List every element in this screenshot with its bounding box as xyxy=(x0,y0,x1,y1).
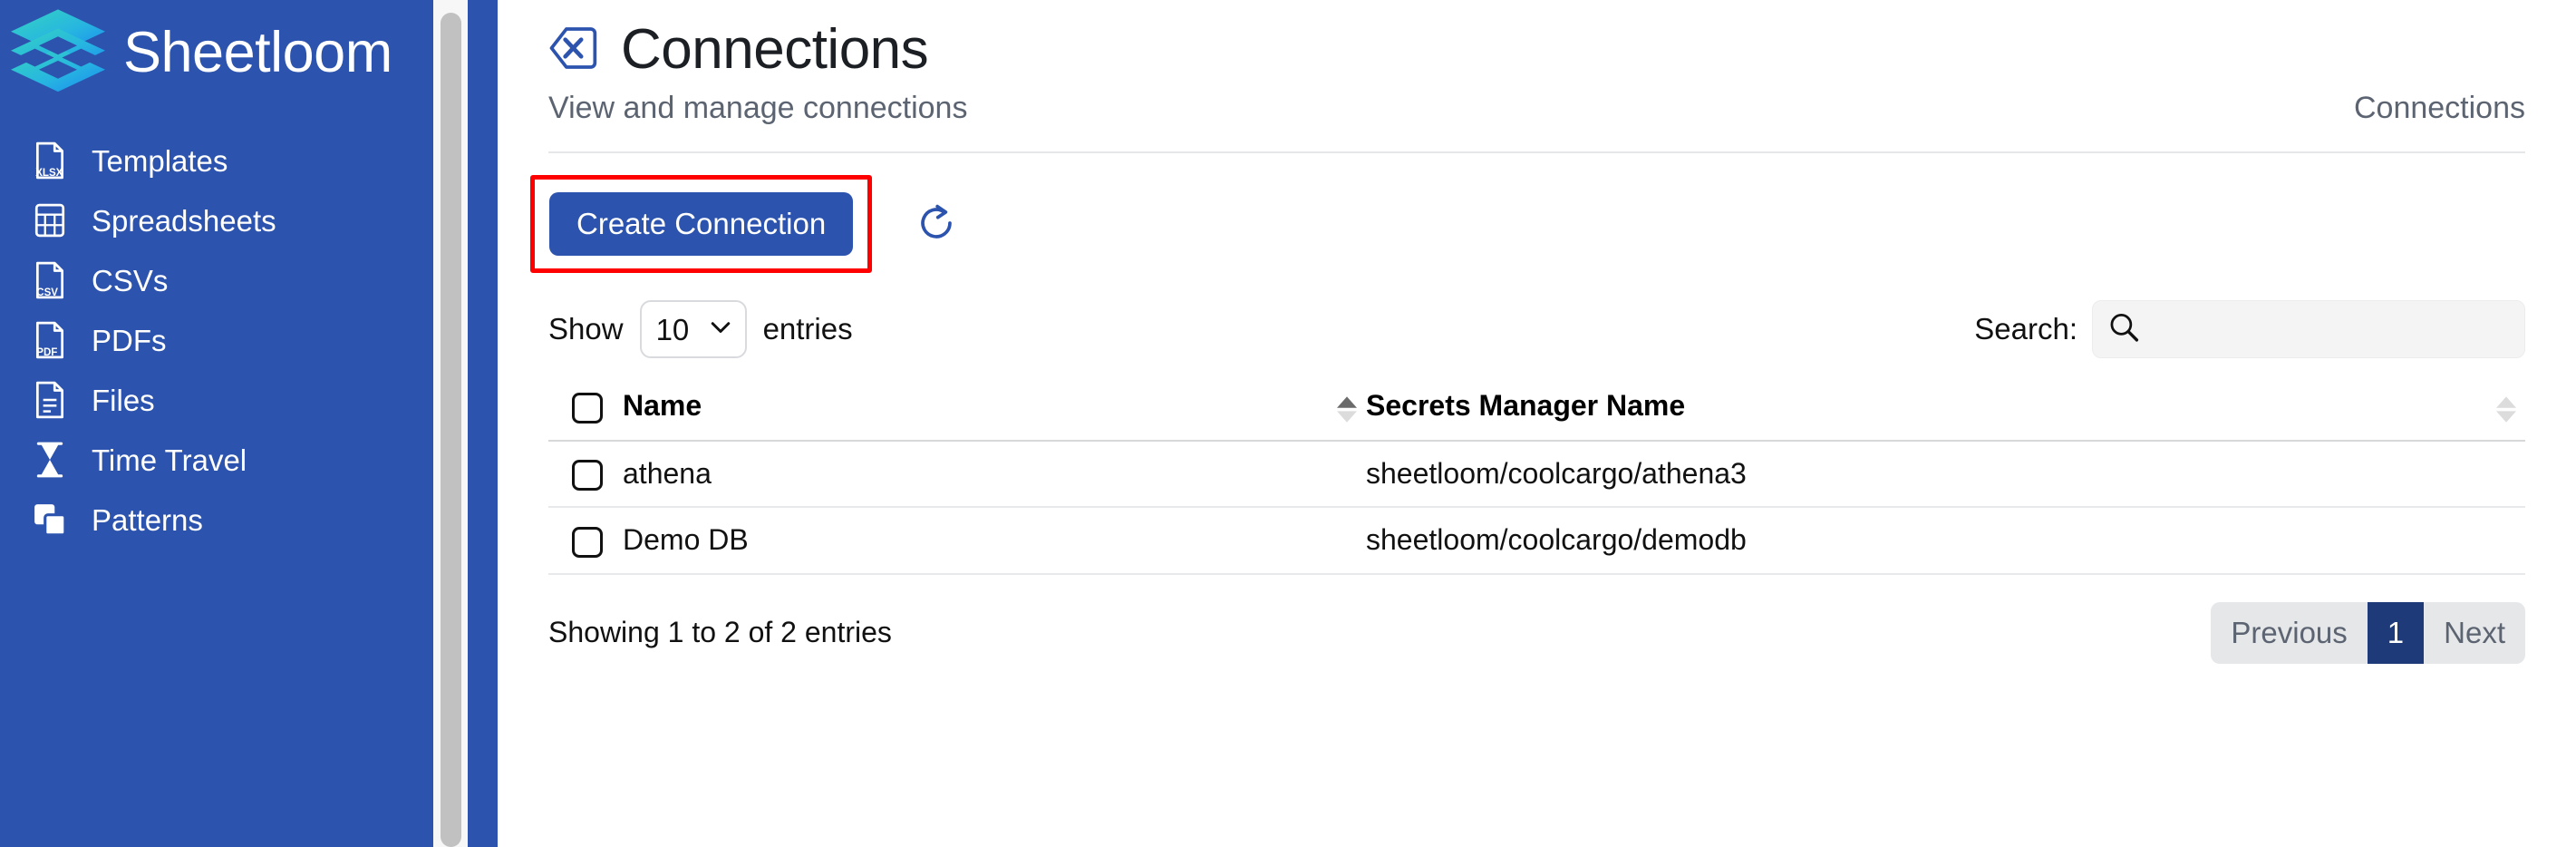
column-header-label: Secrets Manager Name xyxy=(1366,389,1686,423)
page-subtitle: View and manage connections xyxy=(548,91,968,125)
cell-name: athena xyxy=(623,440,1366,509)
connections-table: Name Secrets Manager Name athena sheetlo… xyxy=(548,382,2525,575)
svg-text:CSV: CSV xyxy=(36,287,58,298)
connections-table-wrap: Name Secrets Manager Name athena sheetlo… xyxy=(548,382,2525,575)
spreadsheet-grid-icon xyxy=(32,200,68,240)
svg-text:PDF: PDF xyxy=(36,347,57,358)
sidebar-item-csvs[interactable]: CSV CSVs xyxy=(0,250,498,310)
sidebar-item-label: PDFs xyxy=(92,323,167,357)
sort-asc-arrow-icon xyxy=(1337,396,1357,408)
sort-asc-arrow-icon xyxy=(2496,396,2516,408)
sidebar-item-label: Files xyxy=(92,383,155,417)
sidebar: Sheetloom XLSX Templates Spreadsheets CS… xyxy=(0,0,498,847)
select-all-header xyxy=(548,382,623,442)
column-header-label: Name xyxy=(623,389,702,423)
sidebar-item-label: Templates xyxy=(92,143,228,178)
cell-secrets-manager-name: sheetloom/coolcargo/demodb xyxy=(1366,507,2525,575)
sort-indicator-name xyxy=(1337,396,1357,423)
search-input[interactable] xyxy=(2092,300,2525,358)
cell-secrets-manager-name: sheetloom/coolcargo/athena3 xyxy=(1366,440,2525,509)
cell-name: Demo DB xyxy=(623,507,1366,575)
column-header-name[interactable]: Name xyxy=(623,382,1366,442)
hourglass-icon xyxy=(32,440,68,480)
entries-label: entries xyxy=(762,312,853,346)
table-row[interactable]: athena sheetloom/coolcargo/athena3 xyxy=(548,440,2525,509)
sidebar-item-label: Time Travel xyxy=(92,443,247,477)
create-connection-button[interactable]: Create Connection xyxy=(549,192,854,256)
search-label: Search: xyxy=(1974,312,2077,346)
svg-text:XLSX: XLSX xyxy=(35,168,63,179)
table-footer: Showing 1 to 2 of 2 entries Previous 1 N… xyxy=(548,575,2525,664)
sidebar-item-templates[interactable]: XLSX Templates xyxy=(0,131,498,190)
brand[interactable]: Sheetloom xyxy=(0,0,498,100)
sidebar-item-time-travel[interactable]: Time Travel xyxy=(0,430,498,490)
sidebar-item-spreadsheets[interactable]: Spreadsheets xyxy=(0,190,498,250)
page-1-button[interactable]: 1 xyxy=(2367,601,2425,664)
refresh-button[interactable] xyxy=(905,192,968,256)
search-group: Search: xyxy=(1974,300,2525,358)
sort-desc-arrow-icon xyxy=(1337,411,1357,423)
create-connection-highlight: Create Connection xyxy=(530,175,873,273)
table-head: Name Secrets Manager Name xyxy=(548,382,2525,442)
previous-page-button[interactable]: Previous xyxy=(2211,602,2367,664)
page-length-group: Show 10 25 50 100 entries xyxy=(548,300,853,358)
layers-stack-icon xyxy=(7,5,109,100)
main-content: Connections View and manage connections … xyxy=(498,0,2576,847)
table-body: athena sheetloom/coolcargo/athena3 Demo … xyxy=(548,440,2525,575)
app-root: Sheetloom XLSX Templates Spreadsheets CS… xyxy=(0,0,2576,847)
toolbar: Create Connection xyxy=(498,153,2576,273)
pagination: Previous 1 Next xyxy=(2211,601,2525,664)
page-title: Connections xyxy=(621,18,929,81)
close-tag-icon xyxy=(548,24,599,75)
table-info: Showing 1 to 2 of 2 entries xyxy=(548,616,892,649)
show-label: Show xyxy=(548,312,624,346)
sidebar-item-label: CSVs xyxy=(92,263,169,297)
sidebar-item-pdfs[interactable]: PDF PDFs xyxy=(0,310,498,370)
row-checkbox[interactable] xyxy=(572,526,603,558)
row-checkbox[interactable] xyxy=(572,460,603,492)
sidebar-item-files[interactable]: Files xyxy=(0,370,498,430)
table-controls: Show 10 25 50 100 entries xyxy=(548,273,2525,358)
sidebar-item-label: Spreadsheets xyxy=(92,203,276,238)
csv-file-icon: CSV xyxy=(32,260,68,300)
page-length-select[interactable]: 10 25 50 100 xyxy=(639,300,747,358)
sidebar-scrollbar-thumb[interactable] xyxy=(441,13,461,847)
table-header-row: Name Secrets Manager Name xyxy=(548,382,2525,442)
row-select-cell xyxy=(548,440,623,509)
xlsx-file-icon: XLSX xyxy=(32,141,68,180)
row-select-cell xyxy=(548,507,623,575)
document-lines-icon xyxy=(32,380,68,420)
table-row[interactable]: Demo DB sheetloom/coolcargo/demodb xyxy=(548,507,2525,575)
sort-indicator-secrets-manager-name xyxy=(2496,396,2516,423)
overlapping-squares-icon xyxy=(32,500,68,540)
breadcrumb: Connections xyxy=(2353,91,2525,125)
select-all-checkbox[interactable] xyxy=(572,392,603,424)
page-header: Connections View and manage connections … xyxy=(498,0,2576,153)
subtitle-row: View and manage connections Connections xyxy=(548,91,2525,153)
brand-name: Sheetloom xyxy=(123,20,392,84)
search-box xyxy=(2092,300,2525,358)
sort-desc-arrow-icon xyxy=(2496,411,2516,423)
refresh-icon xyxy=(915,202,957,247)
pdf-file-icon: PDF xyxy=(32,320,68,360)
next-page-button[interactable]: Next xyxy=(2424,602,2525,664)
sidebar-item-label: Patterns xyxy=(92,502,203,537)
title-row: Connections xyxy=(548,9,2525,91)
sidebar-nav: XLSX Templates Spreadsheets CSV CSVs PDF… xyxy=(0,131,498,550)
column-header-secrets-manager-name[interactable]: Secrets Manager Name xyxy=(1366,382,2525,442)
page-length-select-wrap: 10 25 50 100 xyxy=(639,300,747,358)
sidebar-item-patterns[interactable]: Patterns xyxy=(0,490,498,550)
